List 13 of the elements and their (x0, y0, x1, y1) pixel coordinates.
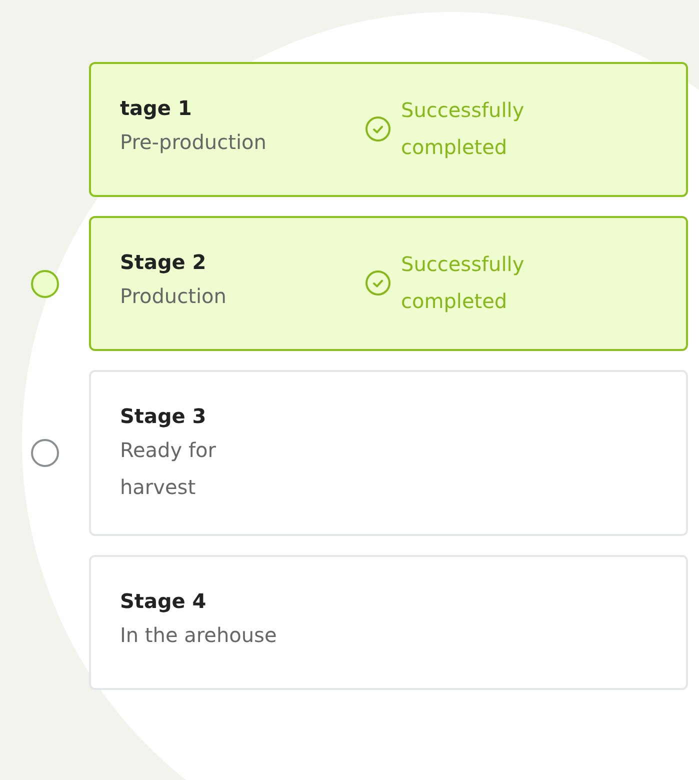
stage-title: tage 1 (120, 95, 193, 122)
check-circle-icon (365, 270, 391, 296)
radio-button[interactable] (30, 270, 58, 298)
check-circle-icon (365, 116, 391, 142)
stage-title: Stage 3 (120, 403, 208, 430)
stage-name: Pre-production (120, 129, 268, 156)
stage-name: Production (120, 283, 228, 310)
stage-title: Stage 4 (120, 588, 208, 615)
status-text: Successfully completed (401, 97, 526, 161)
stage-name: Ready for harvest (120, 437, 217, 501)
stage-name: In the arehouse (120, 622, 278, 649)
stage-title: Stage 2 (120, 249, 208, 276)
status-text: Successfully completed (401, 251, 526, 315)
